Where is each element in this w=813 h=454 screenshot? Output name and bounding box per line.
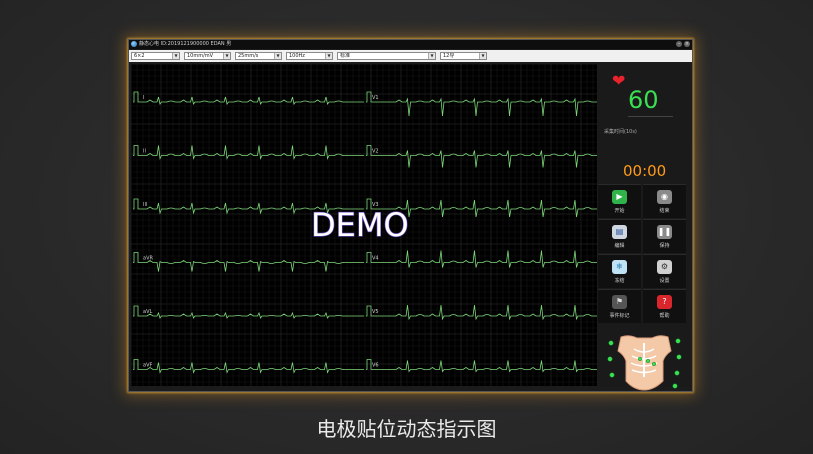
filter-select[interactable]: 100Hz ▼ bbox=[286, 52, 333, 60]
chevron-down-icon[interactable]: ▼ bbox=[223, 53, 230, 59]
stage: 静态心电 ID:2019121900000 EDAN 男 – × 6×2 ▼ 1… bbox=[0, 0, 813, 454]
control-panel: ❤ 60 采集时间(10s) 00:00 ▶ 开始 ◉ 结束 ▤ 编辑 ❚❚ 保… bbox=[598, 64, 690, 391]
flag-icon: ⚑ bbox=[612, 295, 627, 309]
electrode-v6 bbox=[672, 383, 678, 389]
electrode-rl bbox=[607, 356, 613, 362]
stop-icon: ◉ bbox=[657, 190, 672, 204]
pause-icon: ❚❚ bbox=[657, 225, 672, 239]
app-logo-icon bbox=[131, 41, 137, 47]
filter-select-value: 100Hz bbox=[289, 53, 305, 59]
lead-label-avf: aVF bbox=[143, 363, 152, 369]
hold-button-label: 保持 bbox=[659, 243, 670, 249]
ecg-trace-v2 bbox=[366, 145, 597, 168]
gain-select-value: 6×2 bbox=[134, 53, 145, 59]
stop-button-label: 结束 bbox=[659, 208, 670, 214]
lead-label-v5: V5 bbox=[372, 309, 379, 315]
freeze-button[interactable]: ❄ 冻结 bbox=[598, 254, 641, 288]
electrode-v2 bbox=[674, 370, 680, 376]
acquisition-timer: 00:00 bbox=[623, 162, 667, 180]
toolbar: 6×2 ▼ 10mm/mV ▼ 25mm/s ▼ 100Hz ▼ 标准 ▼ 12… bbox=[129, 50, 692, 62]
electrode-ra bbox=[608, 340, 614, 346]
chevron-down-icon[interactable]: ▼ bbox=[479, 53, 486, 59]
sensitivity-select-value: 10mm/mV bbox=[187, 53, 214, 59]
ecg-trace-ii bbox=[133, 145, 364, 160]
freeze-icon: ❄ bbox=[612, 260, 627, 274]
chevron-down-icon[interactable]: ▼ bbox=[274, 53, 281, 59]
minimize-icon[interactable]: – bbox=[676, 41, 682, 47]
lead-label-iii: III bbox=[143, 202, 147, 208]
electrode-ll bbox=[676, 354, 682, 360]
play-icon: ▶ bbox=[612, 190, 627, 204]
settings-button[interactable]: ⚙ 设置 bbox=[643, 254, 686, 288]
settings-button-label: 设置 bbox=[659, 278, 670, 284]
caption: 电极贴位动态指示图 bbox=[316, 417, 497, 441]
help-icon: ? bbox=[657, 295, 672, 309]
ecg-app-window: 静态心电 ID:2019121900000 EDAN 男 – × 6×2 ▼ 1… bbox=[128, 39, 693, 392]
lead-label-i: I bbox=[143, 95, 144, 101]
lead-label-v1: V1 bbox=[372, 95, 379, 101]
start-button[interactable]: ▶ 开始 bbox=[598, 184, 641, 218]
divider bbox=[628, 116, 673, 117]
electrode-placement-figure bbox=[607, 335, 682, 391]
lead-label-v2: V2 bbox=[372, 149, 379, 155]
heart-icon: ❤ bbox=[612, 71, 626, 90]
close-icon[interactable]: × bbox=[684, 41, 690, 47]
acquisition-time-label: 采集时间(10s) bbox=[604, 129, 637, 135]
lead-label-v4: V4 bbox=[372, 256, 379, 262]
chevron-down-icon[interactable]: ▼ bbox=[172, 53, 179, 59]
electrode-la bbox=[675, 338, 681, 344]
speed-select[interactable]: 25mm/s ▼ bbox=[235, 52, 282, 60]
stop-button[interactable]: ◉ 结束 bbox=[643, 184, 686, 218]
ecg-trace-v1 bbox=[366, 91, 597, 117]
event-mark-button-label: 事件标记 bbox=[609, 313, 630, 319]
window-title: 静态心电 ID:2019121900000 EDAN 男 bbox=[139, 41, 232, 47]
event-mark-button[interactable]: ⚑ 事件标记 bbox=[598, 289, 641, 323]
freeze-button-label: 冻结 bbox=[614, 278, 625, 284]
lead-label-v6: V6 bbox=[372, 363, 379, 369]
help-button-label: 帮助 bbox=[659, 313, 670, 319]
electrode-v3 bbox=[637, 356, 643, 362]
title-bar: 静态心电 ID:2019121900000 EDAN 男 – × bbox=[129, 40, 692, 49]
help-button[interactable]: ? 帮助 bbox=[643, 289, 686, 323]
lead-label-avl: aVL bbox=[143, 309, 152, 315]
edit-button-label: 编辑 bbox=[614, 243, 625, 249]
hold-button[interactable]: ❚❚ 保持 bbox=[643, 219, 686, 253]
electrode-v5 bbox=[651, 361, 657, 367]
electrode-v4 bbox=[645, 358, 651, 364]
lead-select-value: 12导 bbox=[443, 53, 455, 59]
heart-rate-value: 60 bbox=[628, 86, 659, 114]
ecg-display: I V1 II V2 III V3 aVR V4 aVL V5 aVF V6 DEMO bbox=[131, 64, 597, 386]
electrode-v1 bbox=[609, 372, 615, 378]
lead-label-ii: II bbox=[143, 149, 146, 155]
gear-icon: ⚙ bbox=[657, 260, 672, 274]
demo-watermark: DEMO bbox=[311, 206, 409, 244]
mode-select-value: 标准 bbox=[340, 53, 351, 59]
edit-button[interactable]: ▤ 编辑 bbox=[598, 219, 641, 253]
ecg-trace-v5 bbox=[366, 304, 597, 321]
ecg-trace-v4 bbox=[366, 250, 597, 268]
lead-select[interactable]: 12导 ▼ bbox=[440, 52, 487, 60]
edit-icon: ▤ bbox=[612, 225, 627, 239]
start-button-label: 开始 bbox=[614, 208, 625, 214]
speed-select-value: 25mm/s bbox=[238, 53, 259, 59]
gain-select[interactable]: 6×2 ▼ bbox=[131, 52, 180, 60]
chevron-down-icon[interactable]: ▼ bbox=[325, 53, 332, 59]
sensitivity-select[interactable]: 10mm/mV ▼ bbox=[184, 52, 231, 60]
lead-label-avr: aVR bbox=[143, 256, 153, 262]
chevron-down-icon[interactable]: ▼ bbox=[428, 53, 435, 59]
ecg-waveform-canvas: I V1II V2III V3aVR V4aVL V5aVF V6DEMO bbox=[131, 64, 597, 386]
ecg-trace-avf bbox=[133, 359, 364, 374]
mode-select[interactable]: 标准 ▼ bbox=[337, 52, 436, 60]
